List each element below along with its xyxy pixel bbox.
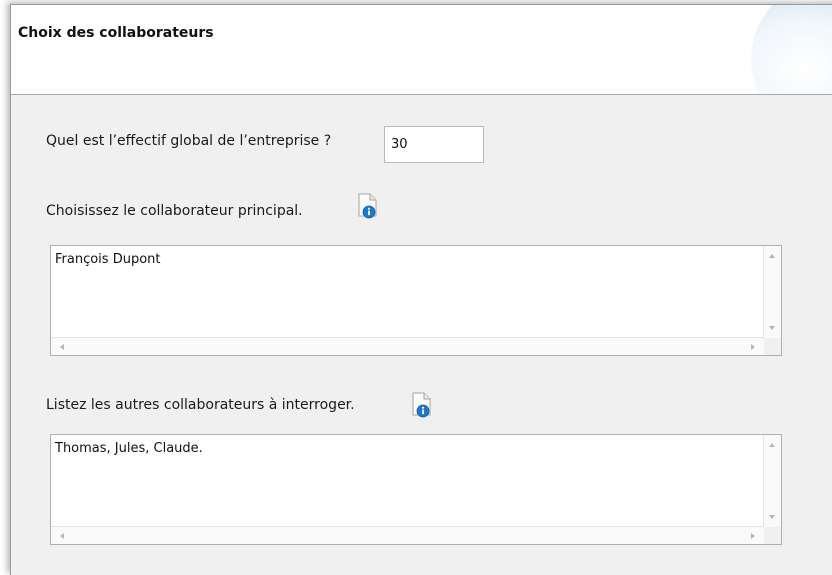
scroll-down-icon[interactable] bbox=[769, 515, 775, 519]
horizontal-scrollbar[interactable] bbox=[51, 337, 764, 355]
vertical-scrollbar[interactable] bbox=[763, 435, 781, 527]
principal-textarea[interactable]: François Dupont bbox=[50, 245, 782, 356]
principal-label: Choisissez le collaborateur principal. bbox=[46, 203, 303, 219]
header-decoration bbox=[751, 5, 832, 94]
scrollbar-corner bbox=[764, 527, 781, 544]
scroll-down-icon[interactable] bbox=[769, 326, 775, 330]
scroll-up-icon[interactable] bbox=[769, 443, 775, 447]
info-icon[interactable] bbox=[357, 193, 379, 219]
scroll-left-icon[interactable] bbox=[60, 344, 64, 350]
effectif-input[interactable] bbox=[384, 126, 484, 163]
horizontal-scrollbar[interactable] bbox=[51, 526, 764, 544]
scroll-up-icon[interactable] bbox=[769, 254, 775, 258]
scroll-right-icon[interactable] bbox=[751, 344, 755, 350]
info-icon[interactable] bbox=[411, 392, 433, 418]
wizard-header: Choix des collaborateurs bbox=[11, 5, 832, 95]
effectif-label: Quel est l’effectif global de l’entrepri… bbox=[46, 133, 332, 149]
scroll-right-icon[interactable] bbox=[751, 533, 755, 539]
autres-text: Thomas, Jules, Claude. bbox=[55, 441, 203, 456]
autres-label: Listez les autres collaborateurs à inter… bbox=[46, 397, 355, 413]
principal-text: François Dupont bbox=[55, 252, 161, 267]
vertical-scrollbar[interactable] bbox=[763, 246, 781, 338]
scroll-left-icon[interactable] bbox=[60, 533, 64, 539]
page-title: Choix des collaborateurs bbox=[18, 25, 214, 41]
scrollbar-corner bbox=[764, 338, 781, 355]
autres-textarea[interactable]: Thomas, Jules, Claude. bbox=[50, 434, 782, 545]
